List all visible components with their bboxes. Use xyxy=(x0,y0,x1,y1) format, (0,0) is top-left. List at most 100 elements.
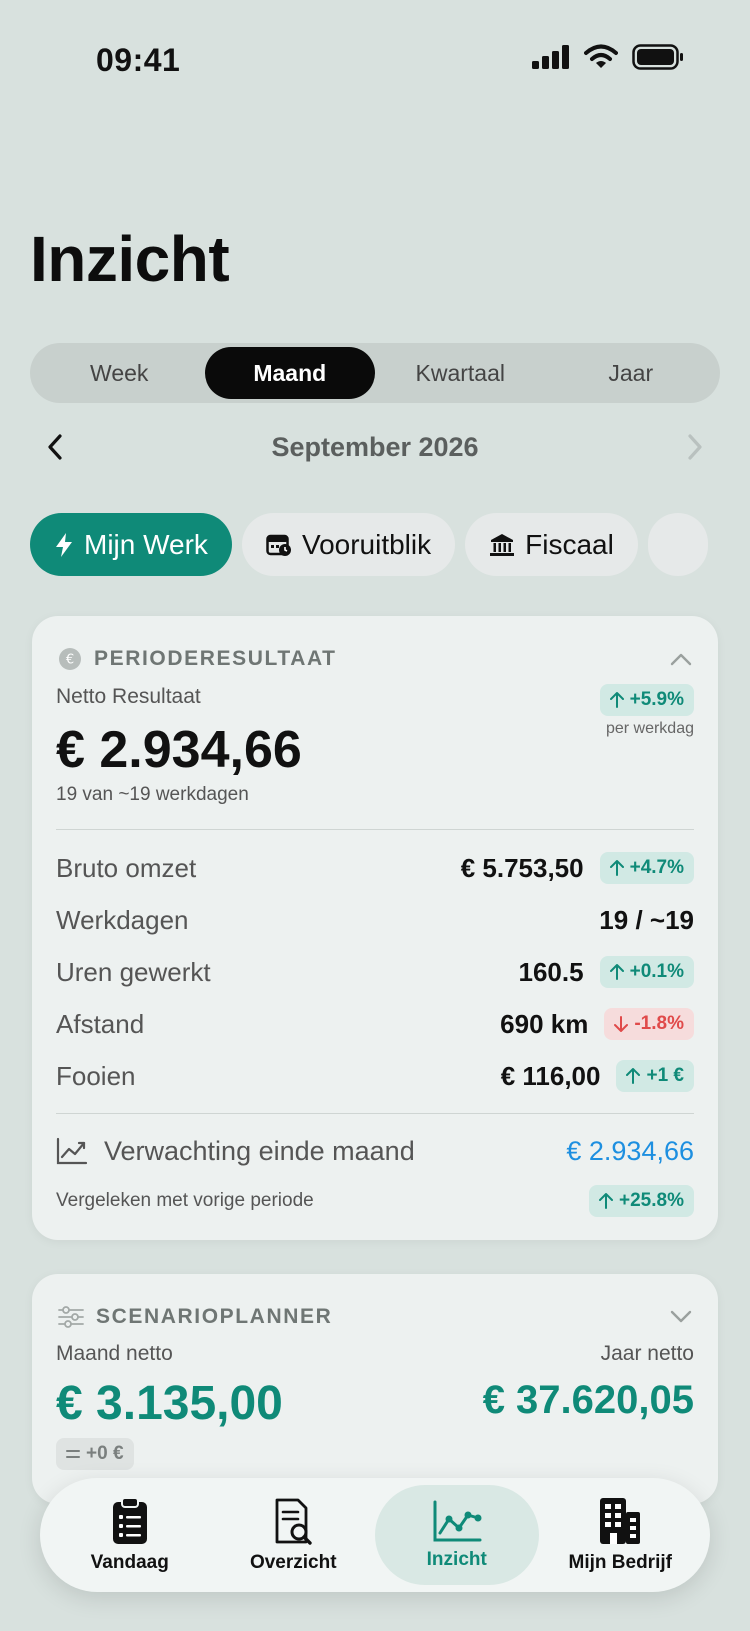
badge-value: +0 € xyxy=(86,1443,124,1464)
segment-month[interactable]: Maand xyxy=(204,347,375,399)
stat-label: Fooien xyxy=(56,1060,136,1091)
period-segmented-control: Week Maand Kwartaal Jaar xyxy=(30,343,720,403)
stat-label: Afstand xyxy=(56,1008,145,1039)
month-net-value: € 3.135,00 xyxy=(56,1377,283,1430)
year-net-value: € 37.620,05 xyxy=(482,1378,694,1422)
chart-line-icon xyxy=(433,1500,482,1542)
stat-change-badge: -1.8% xyxy=(604,1008,694,1040)
status-bar: 09:41 xyxy=(0,0,750,120)
card-title: SCENARIOPLANNER xyxy=(96,1305,333,1328)
stat-value: 19 / ~19 xyxy=(599,904,694,935)
net-change-badge: +5.9% xyxy=(599,684,694,716)
arrow-up-icon xyxy=(609,964,624,980)
euro-circle-icon: € xyxy=(59,648,81,670)
clipboard-icon xyxy=(112,1497,147,1544)
stat-value: € 116,00 xyxy=(500,1060,601,1091)
stat-value: 160.5 xyxy=(518,956,584,987)
tab-label: Inzicht xyxy=(426,1549,487,1570)
badge-value: +5.9% xyxy=(629,689,684,710)
badge-value: -1.8% xyxy=(634,1013,684,1034)
chevron-left-icon xyxy=(48,434,62,460)
segment-week[interactable]: Week xyxy=(34,347,205,399)
trend-chart-icon xyxy=(56,1137,88,1165)
workdays-subtitle: 19 van ~19 werkdagen xyxy=(56,784,249,805)
year-net-label: Jaar netto xyxy=(600,1342,694,1365)
period-label: September 2026 xyxy=(271,431,479,462)
chip-label: Mijn Werk xyxy=(84,528,208,560)
bottom-tab-bar: Vandaag Overzicht Inzicht Mijn Bedrijf xyxy=(40,1478,710,1592)
battery-icon xyxy=(632,44,683,70)
sliders-icon xyxy=(58,1306,84,1328)
period-compare-row: Vergeleken met vorige periode +25.8% xyxy=(56,1183,694,1219)
month-net-label: Maand netto xyxy=(56,1342,173,1365)
arrow-up-icon xyxy=(626,1068,641,1084)
chevron-up-icon[interactable] xyxy=(670,652,692,666)
chip-mijn-werk[interactable]: Mijn Werk xyxy=(30,513,232,576)
stat-label: Uren gewerkt xyxy=(56,956,211,987)
segment-quarter[interactable]: Kwartaal xyxy=(375,347,546,399)
period-result-card: € PERIODERESULTAAT Netto Resultaat € 2.9… xyxy=(32,616,718,1240)
card-title: PERIODERESULTAAT xyxy=(94,647,337,670)
stat-change-badge: +4.7% xyxy=(599,852,694,884)
chevron-down-icon[interactable] xyxy=(670,1310,692,1324)
stat-value: € 5.753,50 xyxy=(460,852,584,883)
building-icon xyxy=(600,1498,641,1544)
scenario-planner-header[interactable]: SCENARIOPLANNER xyxy=(58,1300,692,1334)
page-title: Inzicht xyxy=(30,223,230,295)
period-result-header[interactable]: € PERIODERESULTAAT xyxy=(58,642,692,676)
segment-year[interactable]: Jaar xyxy=(546,347,717,399)
compare-label: Vergeleken met vorige periode xyxy=(56,1190,314,1211)
arrow-down-icon xyxy=(614,1016,629,1032)
stat-row-workdays: Werkdagen 19 / ~19 xyxy=(56,900,694,940)
bank-icon xyxy=(490,533,515,556)
arrow-up-icon xyxy=(599,1193,614,1209)
stat-change-badge: +1 € xyxy=(616,1060,694,1092)
arrow-up-icon xyxy=(609,692,624,708)
scenario-planner-card: SCENARIOPLANNER Maand netto Jaar netto €… xyxy=(32,1274,718,1504)
previous-period-button[interactable] xyxy=(30,422,80,472)
equals-icon xyxy=(66,1450,80,1458)
calendar-clock-icon xyxy=(266,534,291,556)
stat-row-hours-worked: Uren gewerkt 160.5 +0.1% xyxy=(56,952,694,992)
tab-mijn-bedrijf[interactable]: Mijn Bedrijf xyxy=(539,1485,703,1585)
stat-change-badge: +0.1% xyxy=(599,956,694,988)
net-result-label: Netto Resultaat xyxy=(56,685,201,708)
tab-label: Mijn Bedrijf xyxy=(568,1552,672,1573)
bolt-icon xyxy=(56,532,72,557)
status-time: 09:41 xyxy=(96,42,181,78)
badge-value: +1 € xyxy=(646,1065,684,1086)
stat-label: Bruto omzet xyxy=(56,852,197,883)
tab-label: Vandaag xyxy=(90,1552,169,1573)
cellular-signal-icon xyxy=(532,45,569,69)
divider xyxy=(56,829,694,830)
tab-vandaag[interactable]: Vandaag xyxy=(48,1485,212,1585)
svg-text:€: € xyxy=(66,653,74,668)
compare-change-badge: +25.8% xyxy=(589,1185,694,1217)
net-badge-caption: per werkdag xyxy=(605,720,694,737)
chip-vooruitblik[interactable]: Vooruitblik xyxy=(241,513,456,576)
month-end-forecast-row[interactable]: Verwachting einde maand € 2.934,66 xyxy=(56,1130,694,1172)
chip-fiscaal[interactable]: Fiscaal xyxy=(465,513,638,576)
stat-row-gross-revenue: Bruto omzet € 5.753,50 +4.7% xyxy=(56,848,694,888)
stat-label: Werkdagen xyxy=(56,904,189,935)
chevron-right-icon xyxy=(688,434,702,460)
forecast-label: Verwachting einde maand xyxy=(104,1135,415,1166)
tab-inzicht[interactable]: Inzicht xyxy=(375,1485,539,1585)
net-result-value: € 2.934,66 xyxy=(56,721,302,779)
category-chips: Mijn Werk Vooruitblik Fiscaal xyxy=(30,513,750,577)
chip-label: Fiscaal xyxy=(525,528,614,560)
scenario-delta-badge: +0 € xyxy=(56,1438,134,1470)
stat-row-tips: Fooien € 116,00 +1 € xyxy=(56,1056,694,1096)
badge-value: +4.7% xyxy=(629,857,684,878)
arrow-up-icon xyxy=(609,860,624,876)
divider xyxy=(56,1113,694,1114)
chip-label: Vooruitblik xyxy=(301,528,432,560)
tab-overzicht[interactable]: Overzicht xyxy=(212,1485,376,1585)
next-period-button[interactable] xyxy=(670,422,720,472)
badge-value: +25.8% xyxy=(619,1190,684,1211)
chip-more[interactable] xyxy=(647,513,708,576)
stat-value: 690 km xyxy=(500,1008,589,1039)
wifi-icon xyxy=(584,44,618,68)
document-search-icon xyxy=(275,1498,312,1545)
tab-label: Overzicht xyxy=(249,1552,337,1573)
